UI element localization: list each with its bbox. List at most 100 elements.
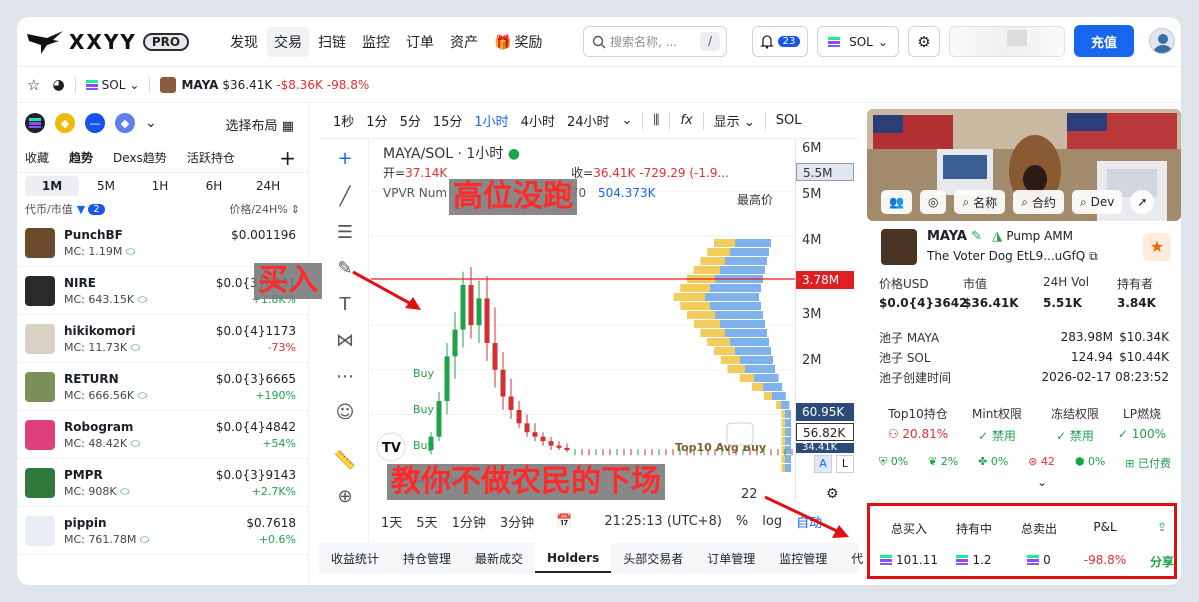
text-tool-icon[interactable]: T bbox=[333, 293, 357, 317]
nav-rewards[interactable]: 🎁 奖励 bbox=[487, 27, 549, 57]
nav-trade[interactable]: 交易 bbox=[267, 26, 309, 57]
chart-settings-icon[interactable]: ⚙ bbox=[826, 486, 839, 502]
nav-scan[interactable]: 扫链 bbox=[311, 27, 353, 57]
token-list-item[interactable]: hikikomori MC: 11.73K ⬭ $0.0{4}1173 -73% bbox=[17, 315, 308, 363]
calendar-icon[interactable]: 📅 bbox=[556, 514, 572, 529]
search-name-button[interactable]: ⌕ 名称 bbox=[954, 190, 1006, 214]
close-label: 收= bbox=[571, 166, 594, 180]
sort-icon[interactable]: ⇕ bbox=[291, 203, 300, 216]
interval-1m[interactable]: 1分 bbox=[360, 111, 393, 130]
share-icon[interactable]: ⇪ bbox=[1138, 520, 1181, 543]
nav-assets[interactable]: 资产 bbox=[443, 27, 485, 57]
token-list-item[interactable]: PMPR MC: 908K ⬭ $0.0{3}9143 +2.7K% bbox=[17, 459, 308, 507]
log-scale-l[interactable]: L bbox=[836, 455, 854, 473]
bottom-tab[interactable]: 监控管理 bbox=[767, 550, 839, 567]
bottom-tab[interactable]: 订单管理 bbox=[695, 550, 767, 567]
token-list-item[interactable]: Robogram MC: 48.42K ⬭ $0.0{4}4842 +54% bbox=[17, 411, 308, 459]
chevron-down-icon[interactable]: ⌄ bbox=[616, 113, 639, 128]
tab-favorites[interactable]: 收藏 bbox=[25, 149, 49, 166]
interval-5m[interactable]: 5分 bbox=[394, 111, 427, 130]
wallet-address-redacted[interactable] bbox=[949, 26, 1065, 57]
interval-1s[interactable]: 1秒 bbox=[327, 111, 360, 130]
chevron-down-icon[interactable]: ⌄ bbox=[145, 115, 157, 131]
tf-5m[interactable]: 5M bbox=[79, 179, 133, 193]
display-menu[interactable]: 显示 ⌄ bbox=[708, 111, 761, 130]
add-tab-icon[interactable]: + bbox=[279, 148, 296, 168]
share-link-button[interactable]: ➚ bbox=[1130, 190, 1155, 214]
share-button[interactable]: 分享 bbox=[1138, 553, 1181, 576]
log-toggle[interactable]: log bbox=[762, 514, 782, 529]
tf-1m[interactable]: 1M bbox=[25, 176, 79, 196]
emoji-icon[interactable]: ☺ bbox=[333, 401, 357, 425]
interval-1h[interactable]: 1小时 bbox=[468, 111, 514, 130]
watch-chain[interactable]: SOL bbox=[102, 78, 126, 92]
sort-label[interactable]: 价格/24H% bbox=[229, 201, 287, 217]
crosshair-icon[interactable]: + bbox=[333, 147, 357, 171]
tf-24h[interactable]: 24H bbox=[241, 179, 295, 193]
bottom-tab[interactable]: 收益统计 bbox=[319, 550, 391, 567]
indicators-icon[interactable]: fx bbox=[674, 113, 698, 128]
notifications-button[interactable]: 23 bbox=[752, 26, 808, 57]
nav-monitor[interactable]: 监控 bbox=[355, 27, 397, 57]
search-input[interactable]: 搜索名称, ... / bbox=[583, 26, 727, 57]
pattern-icon[interactable]: ⋈ bbox=[333, 329, 357, 353]
auto-scale-a[interactable]: A bbox=[814, 455, 832, 473]
bottom-tab[interactable]: Holders bbox=[535, 543, 612, 573]
tf-6h[interactable]: 6H bbox=[187, 179, 241, 193]
expand-chevron-icon[interactable]: ⌄ bbox=[1037, 475, 1047, 489]
tab-active-holdings[interactable]: 活跃持仓 bbox=[187, 149, 235, 166]
range-3min[interactable]: 3分钟 bbox=[500, 512, 534, 531]
percent-toggle[interactable]: % bbox=[736, 514, 748, 529]
bnb-icon[interactable]: ◆ bbox=[55, 113, 75, 133]
settings-button[interactable]: ⚙ bbox=[908, 26, 940, 57]
interval-24h[interactable]: 24小时 bbox=[561, 111, 616, 130]
ethereum-icon[interactable]: ◆ bbox=[115, 113, 135, 133]
bottom-tab[interactable]: 最新成交 bbox=[463, 550, 535, 567]
fib-lines-icon[interactable]: ☰ bbox=[333, 221, 357, 245]
star-icon[interactable]: ☆ bbox=[27, 76, 40, 94]
token-list-item[interactable]: RETURN MC: 666.56K ⬭ $0.0{3}6665 +190% bbox=[17, 363, 308, 411]
range-1min[interactable]: 1分钟 bbox=[452, 512, 486, 531]
bottom-tab[interactable]: 头部交易者 bbox=[611, 550, 695, 567]
candles-icon[interactable]: ⫼ bbox=[647, 113, 665, 128]
tf-1h[interactable]: 1H bbox=[133, 179, 187, 193]
edit-icon[interactable]: ✎ bbox=[971, 229, 982, 244]
copy-icon[interactable]: ⧉ bbox=[1089, 249, 1098, 263]
range-5d[interactable]: 5天 bbox=[416, 512, 437, 531]
layout-selector[interactable]: 选择布局 ▦ bbox=[226, 115, 294, 134]
quote-currency[interactable]: SOL bbox=[770, 113, 808, 128]
tab-dex-trending[interactable]: Dexs趋势 bbox=[113, 149, 167, 166]
measure-lines-icon[interactable]: ⋯ bbox=[333, 365, 357, 389]
interval-15m[interactable]: 15分 bbox=[427, 111, 469, 130]
pie-chart-icon[interactable]: ◕ bbox=[52, 77, 64, 93]
deposit-button[interactable]: 充值 bbox=[1074, 25, 1134, 57]
chevron-down-icon[interactable]: ⌄ bbox=[129, 78, 139, 92]
bottom-tab[interactable]: 持仓管理 bbox=[391, 550, 463, 567]
token-name: hikikomori bbox=[64, 324, 136, 338]
favorite-star-icon[interactable]: ★ bbox=[1143, 233, 1171, 261]
chain-selector[interactable]: SOL ⌄ bbox=[817, 26, 899, 57]
tab-trending[interactable]: 趋势 bbox=[69, 149, 93, 166]
filter-icon[interactable]: ▼ bbox=[77, 203, 85, 216]
volume-profile-bar bbox=[781, 455, 785, 463]
auto-toggle[interactable]: 自动 bbox=[796, 512, 822, 531]
search-contract-button[interactable]: ⌕ 合约 bbox=[1013, 190, 1064, 214]
base-icon[interactable]: — bbox=[85, 113, 105, 133]
ruler-icon[interactable]: 📏 bbox=[333, 449, 357, 473]
search-dev-button[interactable]: ⌕ Dev bbox=[1071, 190, 1123, 214]
nav-discover[interactable]: 发现 bbox=[223, 27, 265, 57]
token-list-item[interactable]: pippin MC: 761.78M ⬭ $0.7618 +0.6% bbox=[17, 507, 308, 555]
watch-token[interactable]: MAYA bbox=[181, 78, 218, 92]
token-list-item[interactable]: PunchBF MC: 1.19M ⬭ $0.001196 bbox=[17, 219, 308, 267]
range-1d[interactable]: 1天 bbox=[381, 512, 402, 531]
volume-profile-bar bbox=[700, 329, 725, 337]
trendline-icon[interactable]: ╱ bbox=[333, 185, 357, 209]
brush-icon[interactable]: ✎ bbox=[333, 257, 357, 281]
brand-logo[interactable]: XXYY PRO bbox=[25, 28, 205, 56]
website-button[interactable]: ◎ bbox=[919, 190, 947, 214]
community-button[interactable]: 👥 bbox=[881, 190, 912, 214]
user-avatar[interactable] bbox=[1149, 28, 1175, 54]
interval-4h[interactable]: 4小时 bbox=[515, 111, 561, 130]
nav-orders[interactable]: 订单 bbox=[399, 27, 441, 57]
solana-icon[interactable] bbox=[25, 113, 45, 133]
